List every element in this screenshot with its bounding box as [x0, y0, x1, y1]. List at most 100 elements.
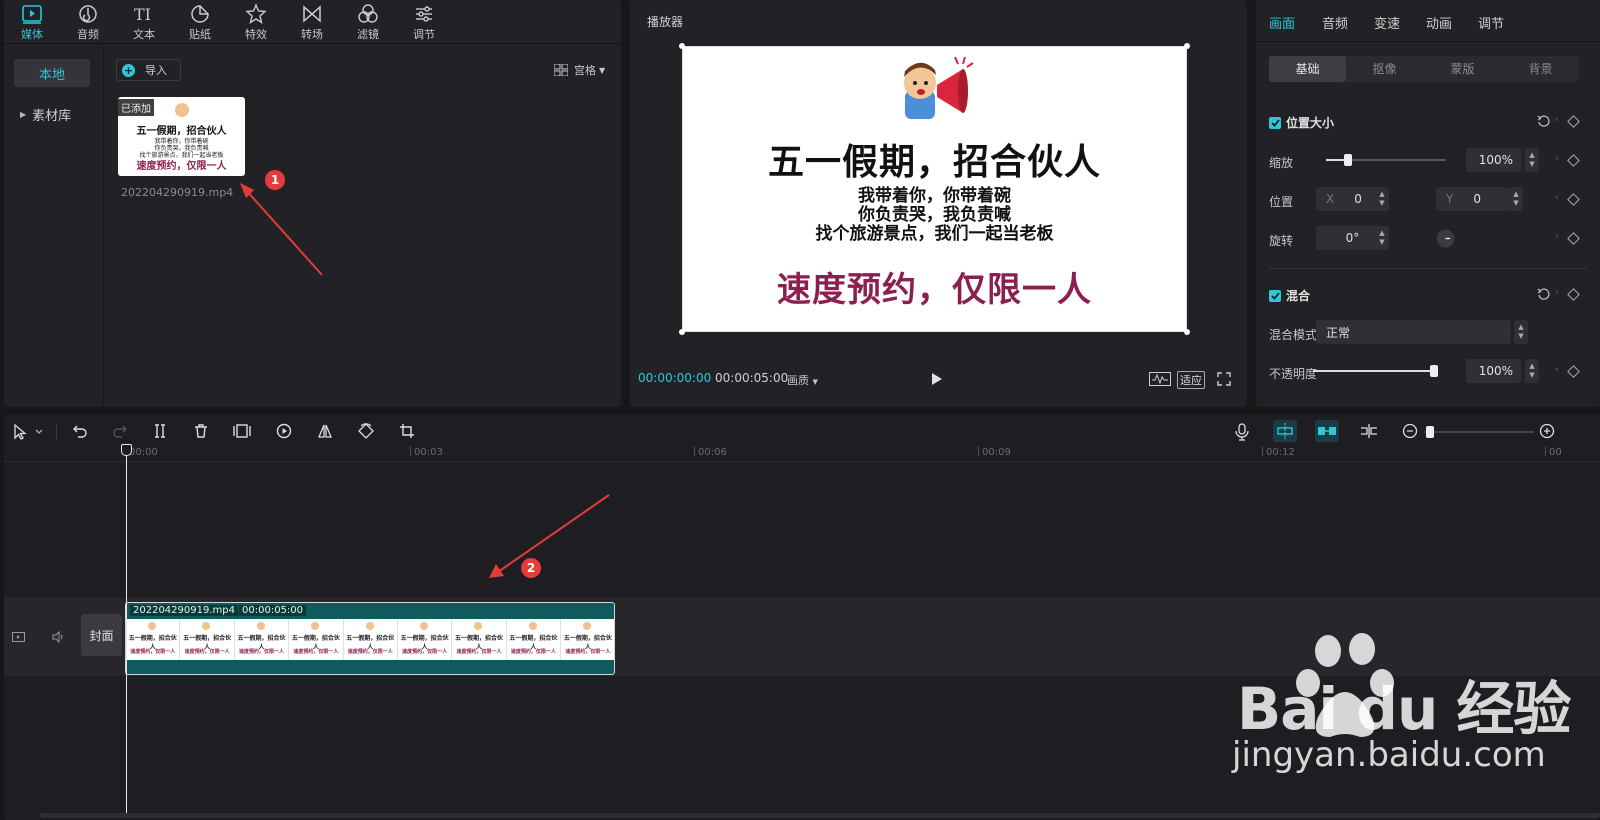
opacity-input[interactable]: 100%	[1466, 359, 1521, 383]
snap-icon[interactable]	[1273, 420, 1297, 442]
keyframe-icon[interactable]	[1567, 193, 1580, 206]
import-button[interactable]: + 导入	[116, 59, 181, 81]
freeze-frame-icon[interactable]	[233, 423, 251, 439]
resize-handle-bl[interactable]	[679, 329, 685, 335]
position-x-stepper[interactable]: ▲ ▼	[1375, 187, 1389, 211]
keyframe-icon[interactable]	[1567, 115, 1580, 128]
video-clip[interactable]: 五一假期，招合伙人 速度预约，仅限一人 五一假期，招合伙人 速度预约，仅限一人 五一…	[125, 602, 615, 675]
tab-prop-adjust[interactable]: 调节	[1478, 13, 1504, 32]
mirror-icon[interactable]	[317, 423, 333, 439]
view-mode-select[interactable]: 宫格 ▼	[554, 62, 605, 78]
tab-filter[interactable]: 滤镜	[340, 0, 396, 44]
link-icon[interactable]	[1315, 420, 1339, 442]
sub-tab-cutout[interactable]: 抠像	[1346, 56, 1423, 82]
waveform-icon[interactable]	[1149, 372, 1171, 386]
opacity-stepper[interactable]: ▲ ▼	[1525, 359, 1539, 383]
mascot-icon	[148, 622, 156, 630]
reverse-play-icon[interactable]	[276, 423, 292, 439]
media-item-thumbnail[interactable]: 五一假期，招合伙人 我带着你，你带着碗 你负责哭，我负责喊 找个旅游景点，我们一…	[118, 97, 245, 176]
keyframe-icon[interactable]	[1567, 288, 1580, 301]
reset-icon[interactable]	[1537, 288, 1550, 301]
tab-prop-audio[interactable]: 音频	[1322, 13, 1348, 32]
tab-sticker[interactable]: 贴纸	[172, 0, 228, 44]
scale-stepper[interactable]: ▲ ▼	[1525, 148, 1539, 172]
sub-tab-mask[interactable]: 蒙版	[1424, 56, 1501, 82]
tab-picture[interactable]: 画面	[1269, 13, 1295, 32]
side-item-local[interactable]: 本地	[14, 59, 90, 87]
position-size-heading[interactable]: 位置大小	[1269, 114, 1334, 131]
play-icon[interactable]	[931, 372, 943, 386]
rotation-stepper[interactable]: ▲ ▼	[1375, 226, 1389, 250]
tab-text[interactable]: TI 文本	[116, 0, 172, 44]
track-video-icon[interactable]	[12, 632, 25, 642]
cover-button[interactable]: 封面	[81, 614, 122, 656]
preview-canvas[interactable]: 五一假期，招合伙人 我带着你，你带着碗 你负责哭，我负责喊 找个旅游景点，我们一…	[679, 43, 1190, 335]
quality-select[interactable]: 画质 ▼	[787, 372, 818, 388]
chevron-left-icon[interactable]: ‹	[1555, 115, 1559, 125]
sub-tab-basic[interactable]: 基础	[1269, 56, 1346, 82]
scale-slider-thumb[interactable]	[1344, 154, 1352, 166]
blend-mode-select[interactable]: 正常	[1316, 320, 1511, 344]
scale-input[interactable]: 100%	[1466, 148, 1521, 172]
delete-icon[interactable]	[193, 423, 209, 439]
fit-button[interactable]: 适应	[1177, 371, 1205, 389]
zoom-out-icon[interactable]	[1402, 423, 1418, 439]
tab-effects[interactable]: 特效	[228, 0, 284, 44]
time-ruler[interactable]: 00:00 00:03 00:06 00:09 00:12 00	[4, 444, 1600, 462]
resize-handle-br[interactable]	[1184, 329, 1190, 335]
timeline-scrollbar[interactable]	[40, 813, 1600, 818]
keyframe-icon[interactable]	[1567, 365, 1580, 378]
media-icon	[22, 5, 42, 24]
reset-icon[interactable]	[1537, 115, 1550, 128]
chevron-left-icon[interactable]: ‹	[1555, 232, 1559, 242]
tab-transition[interactable]: 转场	[284, 0, 340, 44]
rotate-icon[interactable]	[358, 423, 374, 439]
fullscreen-icon[interactable]	[1217, 372, 1231, 386]
redo-icon[interactable]	[112, 423, 128, 439]
resize-handle-tl[interactable]	[679, 43, 685, 49]
checkbox-checked-icon[interactable]	[1269, 116, 1281, 129]
checkbox-checked-icon[interactable]	[1269, 289, 1281, 302]
scale-slider[interactable]	[1326, 152, 1446, 168]
crop-icon[interactable]	[399, 423, 415, 439]
keyframe-icon[interactable]	[1567, 232, 1580, 245]
chevron-left-icon[interactable]: ‹	[1555, 154, 1559, 164]
chevron-up-icon: ▲	[1513, 190, 1519, 198]
chevron-left-icon[interactable]: ‹	[1555, 288, 1559, 298]
undo-icon[interactable]	[72, 423, 88, 439]
split-icon[interactable]	[152, 423, 168, 439]
rotation-dial-icon[interactable]	[1436, 229, 1455, 248]
opacity-slider-thumb[interactable]	[1430, 365, 1438, 377]
position-y-stepper[interactable]: ▲ ▼	[1509, 187, 1523, 211]
chevron-up-icon: ▲	[1379, 190, 1385, 198]
toolbar-divider	[56, 423, 57, 441]
tab-animation[interactable]: 动画	[1426, 13, 1452, 32]
chevron-down-icon: ▼	[1529, 160, 1535, 168]
tab-speed[interactable]: 变速	[1374, 13, 1400, 32]
chevron-up-icon: ▲	[1529, 362, 1535, 370]
zoom-in-icon[interactable]	[1539, 423, 1555, 439]
keyframe-icon[interactable]	[1567, 154, 1580, 167]
track-mute-icon[interactable]	[52, 631, 65, 643]
preview-axis-icon[interactable]	[1359, 423, 1379, 439]
chevron-left-icon[interactable]: ‹	[1555, 365, 1559, 375]
chevron-left-icon[interactable]: ‹	[1555, 193, 1559, 203]
blend-mode-stepper[interactable]: ▲ ▼	[1514, 320, 1528, 344]
select-tool-icon[interactable]	[12, 423, 46, 441]
microphone-icon[interactable]	[1235, 423, 1249, 441]
tab-audio[interactable]: 音频	[60, 0, 116, 44]
mascot-icon	[528, 622, 537, 630]
opacity-slider[interactable]	[1313, 363, 1438, 379]
adjust-icon	[416, 6, 432, 22]
zoom-slider-thumb[interactable]	[1426, 426, 1434, 438]
playhead-handle[interactable]	[121, 444, 132, 456]
resize-handle-tr[interactable]	[1184, 43, 1190, 49]
playhead[interactable]	[126, 446, 127, 816]
position-y-input[interactable]: Y 0	[1436, 187, 1509, 211]
tab-media[interactable]: 媒体	[4, 0, 60, 44]
tab-adjust[interactable]: 调节	[396, 0, 452, 44]
sub-tab-background[interactable]: 背景	[1502, 56, 1579, 82]
blend-heading[interactable]: 混合	[1269, 287, 1310, 304]
side-item-library[interactable]: ▶ 素材库	[14, 100, 90, 128]
zoom-slider[interactable]	[1424, 426, 1534, 438]
